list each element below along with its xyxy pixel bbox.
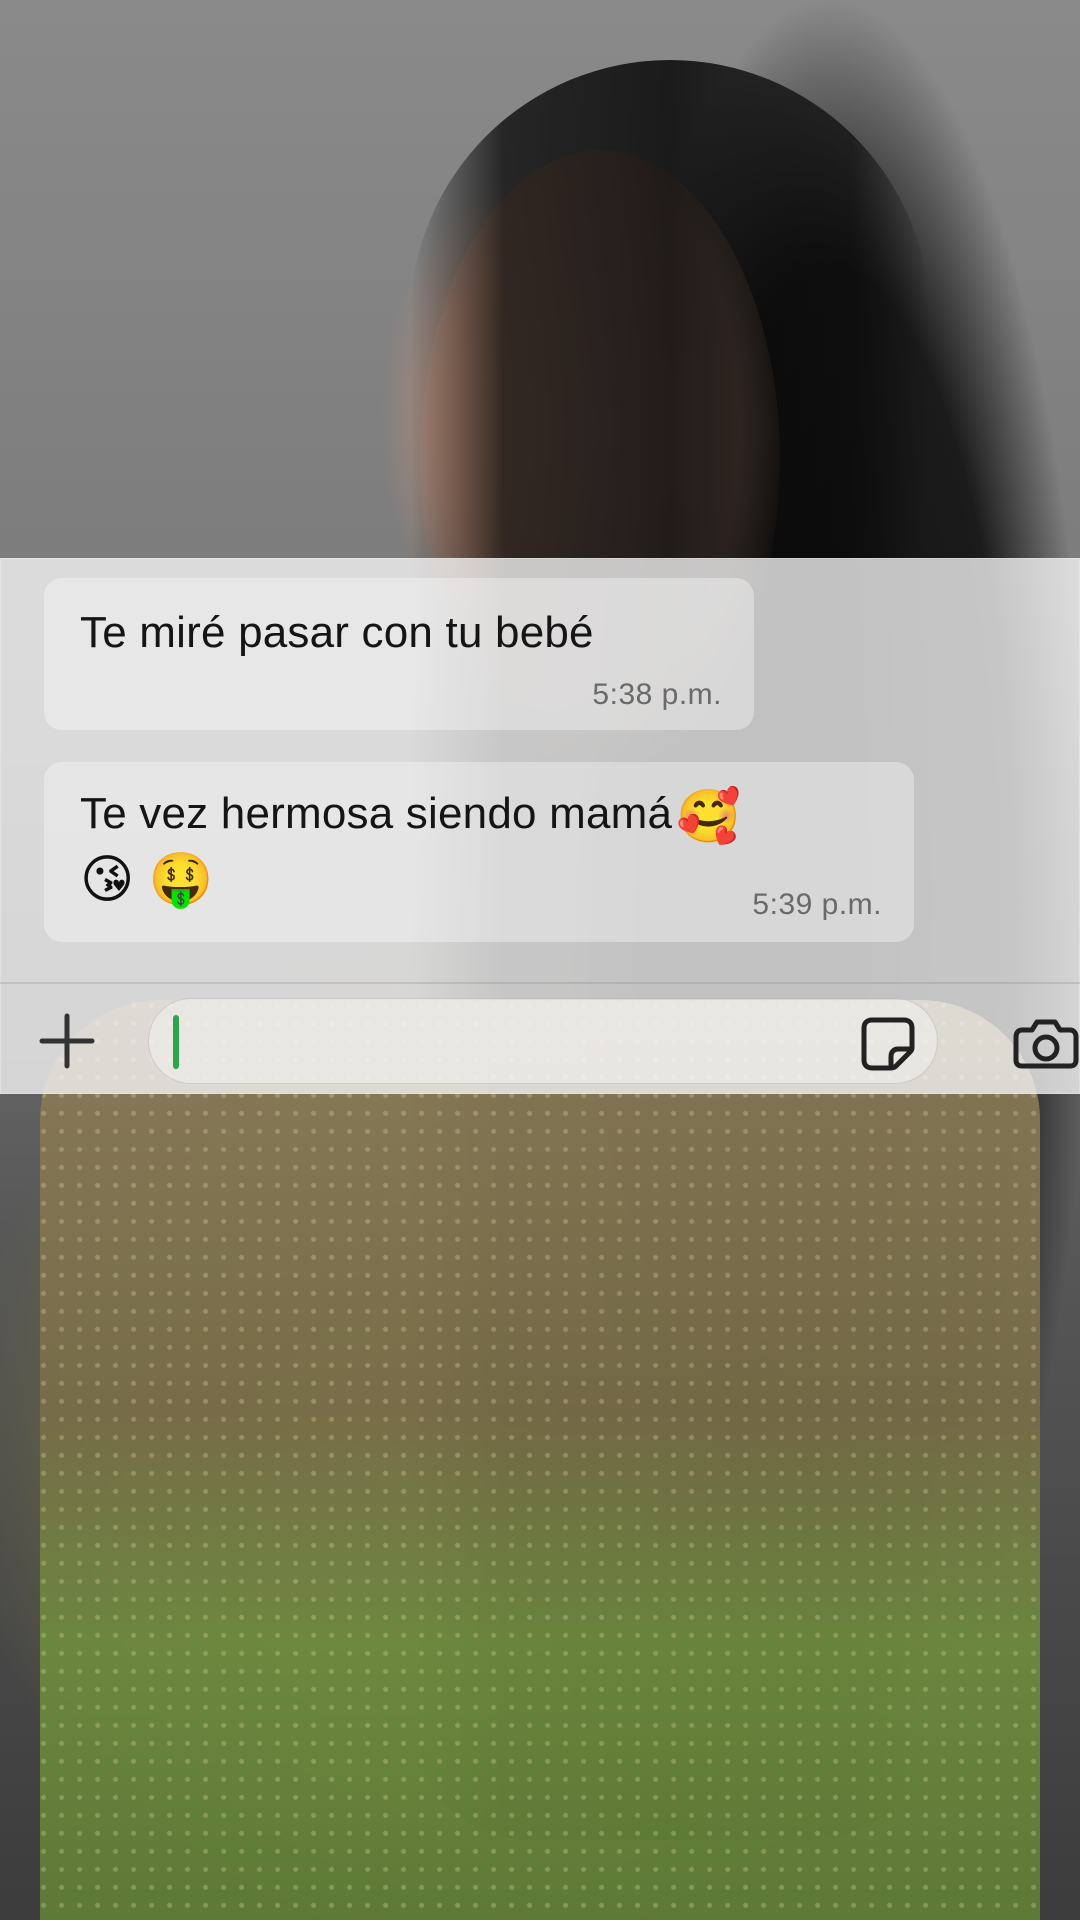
message-bubble: Te vez hermosa siendo mamá🥰 😘 🤑 5:39 p.m… <box>44 762 914 942</box>
dress-area <box>40 1000 1040 1920</box>
text-caret <box>173 1015 179 1069</box>
message-text-main: Te vez hermosa siendo mamá <box>80 789 673 838</box>
message-input-field[interactable] <box>148 998 938 1084</box>
message-text: Te miré pasar con tu bebé <box>80 608 594 657</box>
camera-icon[interactable] <box>1012 1008 1080 1076</box>
plus-icon[interactable] <box>34 1008 100 1074</box>
sticker-icon[interactable] <box>856 1010 920 1074</box>
emoji-line: 😘 🤑 <box>80 851 214 909</box>
message-input[interactable] <box>191 1009 885 1073</box>
message-text: Te vez hermosa siendo mamá🥰 <box>80 786 741 847</box>
smiling-face-with-hearts-emoji: 🥰 <box>676 788 742 846</box>
composer-divider <box>0 982 1080 984</box>
message-bubble: Te miré pasar con tu bebé 5:38 p.m. <box>44 578 754 730</box>
message-time: 5:38 p.m. <box>592 678 722 711</box>
message-time: 5:39 p.m. <box>752 888 882 921</box>
message-composer <box>0 990 1080 1094</box>
